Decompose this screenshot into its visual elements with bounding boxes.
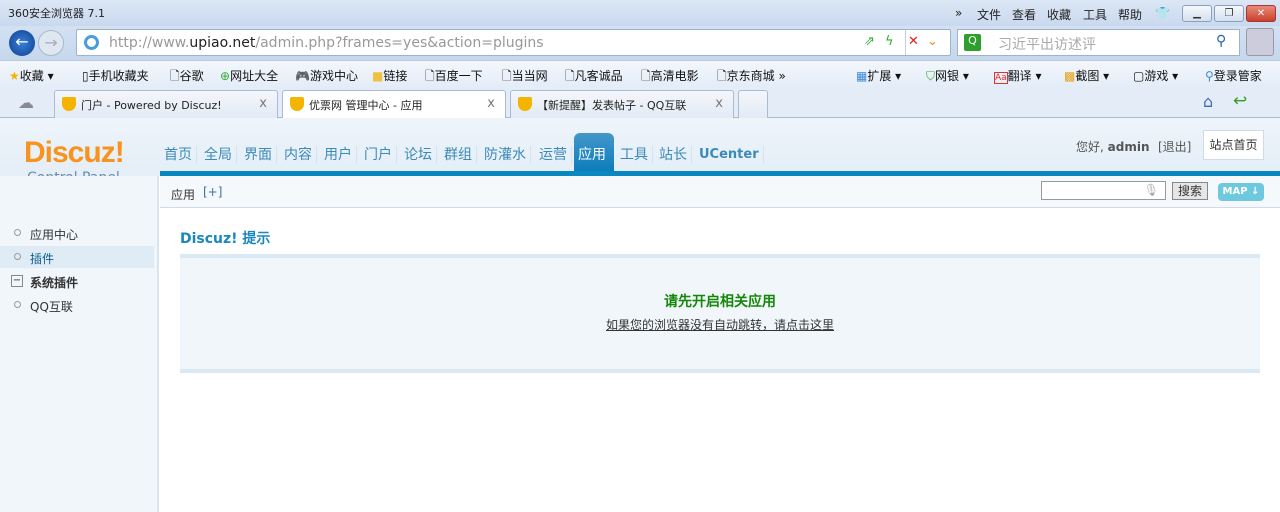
- tab-portal[interactable]: 门户 - Powered by Discuz! x: [54, 90, 278, 118]
- nav-tools[interactable]: 工具: [616, 146, 653, 164]
- url-text: http://www.upiao.net/admin.php?frames=ye…: [109, 35, 544, 51]
- tool-extensions[interactable]: ▦扩展 ▾: [856, 67, 901, 84]
- sidebar-item-app-center[interactable]: 应用中心: [0, 222, 154, 244]
- back-button[interactable]: ←: [9, 30, 35, 56]
- search-icon[interactable]: ⚲: [1216, 33, 1226, 49]
- search-input[interactable]: Q 习近平出访述评 ⚲: [957, 29, 1240, 56]
- discuz-logo: Discuz!: [24, 136, 125, 169]
- search-placeholder: 习近平出访述评: [998, 37, 1096, 53]
- page-title: Discuz! 提示: [180, 231, 271, 247]
- nav-interface[interactable]: 界面: [240, 146, 277, 164]
- dropdown-icon[interactable]: ⌄: [927, 34, 938, 49]
- sidebar-item-plugins[interactable]: 插件: [0, 246, 154, 268]
- tool-screenshot[interactable]: ▩截图 ▾: [1064, 67, 1109, 84]
- skin-icon[interactable]: 👕: [1155, 6, 1170, 20]
- avatar[interactable]: [1246, 28, 1274, 56]
- stop-icon[interactable]: ✕: [908, 34, 919, 49]
- tool-banking[interactable]: ⛉网银 ▾: [926, 67, 969, 84]
- add-shortcut-link[interactable]: [+]: [203, 185, 222, 199]
- notice-message: 请先开启相关应用: [664, 294, 776, 310]
- nav-home[interactable]: 首页: [160, 146, 197, 164]
- redirect-link[interactable]: 如果您的浏览器没有自动跳转，请点击这里: [180, 316, 1260, 333]
- new-tab-button[interactable]: [738, 90, 768, 118]
- close-tab-icon[interactable]: x: [487, 96, 495, 111]
- notice-box: 请先开启相关应用 如果您的浏览器没有自动跳转，请点击这里: [180, 254, 1260, 373]
- favicon-icon: [518, 97, 532, 111]
- logout-link[interactable]: [退出]: [1158, 138, 1191, 155]
- title-bar: 360安全浏览器 7.1 » 文件 查看 收藏 工具 帮助 👕 ▁ ❐ ✕: [0, 0, 1280, 26]
- tool-games[interactable]: ▢游戏 ▾: [1133, 67, 1178, 84]
- nav-forum[interactable]: 论坛: [400, 146, 437, 164]
- share-icon[interactable]: ⇗: [864, 34, 875, 49]
- collapse-icon: −: [11, 275, 23, 287]
- home-icon[interactable]: ⌂: [1203, 92, 1213, 111]
- nav-ucenter[interactable]: UCenter: [695, 146, 764, 164]
- sidebar-item-qq-connect[interactable]: QQ互联: [0, 294, 154, 316]
- menu-view[interactable]: 查看: [1012, 6, 1036, 23]
- bookmark-google[interactable]: 🗋谷歌: [170, 67, 204, 88]
- address-row: ← → http://www.upiao.net/admin.php?frame…: [0, 26, 1280, 60]
- menu-more[interactable]: »: [955, 6, 962, 20]
- bookmarks-bar: ★收藏 ▾ ▯手机收藏夹 🗋谷歌 ⊕网址大全 🎮游戏中心 ■链接 🗋百度一下 🗋…: [0, 60, 1280, 88]
- nav-apps[interactable]: 应用: [574, 133, 614, 172]
- map-button[interactable]: MAP ↓: [1218, 183, 1264, 201]
- menu-favorites[interactable]: 收藏: [1047, 6, 1071, 23]
- tool-login-manager[interactable]: ⚲登录管家: [1205, 67, 1262, 84]
- search-button[interactable]: 搜索: [1172, 182, 1208, 200]
- microphone-icon[interactable]: 🎙: [1144, 183, 1159, 197]
- close-tab-icon[interactable]: x: [259, 96, 267, 111]
- forward-button[interactable]: →: [38, 30, 64, 56]
- bookmark-vancl[interactable]: 🗋凡客诚品: [565, 67, 623, 88]
- menu-tools[interactable]: 工具: [1083, 6, 1107, 23]
- nav-operations[interactable]: 运营: [535, 146, 572, 164]
- close-button[interactable]: ✕: [1246, 5, 1276, 22]
- window-title: 360安全浏览器 7.1: [8, 7, 105, 20]
- favicon-icon: [290, 97, 304, 111]
- nav-users[interactable]: 用户: [320, 146, 357, 164]
- nav-content[interactable]: 内容: [280, 146, 317, 164]
- search-engine-icon[interactable]: Q: [964, 34, 981, 51]
- undo-icon[interactable]: ↩: [1233, 91, 1247, 111]
- sub-nav: 应用 [+] 🎙 搜索 MAP ↓: [160, 176, 1280, 208]
- favicon-icon: [62, 97, 76, 111]
- nav-portal[interactable]: 门户: [360, 146, 397, 164]
- bookmark-jd[interactable]: 🗋京东商城 »: [717, 67, 786, 88]
- bookmark-baidu[interactable]: 🗋百度一下: [425, 67, 483, 88]
- bookmark-dangdang[interactable]: 🗋当当网: [502, 67, 548, 88]
- tab-post[interactable]: 【新提醒】发表帖子 - QQ互联 x: [510, 90, 734, 118]
- bookmark-favorites[interactable]: ★收藏 ▾: [9, 67, 54, 84]
- nav-groups[interactable]: 群组: [440, 146, 477, 164]
- site-home-button[interactable]: 站点首页: [1203, 130, 1264, 160]
- breadcrumb: 应用: [171, 188, 196, 202]
- close-tab-icon[interactable]: x: [715, 96, 723, 111]
- lightning-icon[interactable]: ϟ: [885, 34, 894, 49]
- menu-file[interactable]: 文件: [977, 6, 1001, 23]
- bookmark-links[interactable]: ■链接: [372, 67, 407, 84]
- cloud-icon[interactable]: ☁: [18, 93, 34, 112]
- url-input[interactable]: http://www.upiao.net/admin.php?frames=ye…: [76, 29, 951, 56]
- bookmark-movies[interactable]: 🗋高清电影: [641, 67, 699, 88]
- nav-global[interactable]: 全局: [200, 146, 237, 164]
- nav-webmaster[interactable]: 站长: [655, 146, 692, 164]
- bookmark-games[interactable]: 🎮游戏中心: [295, 67, 358, 84]
- site-icon: [84, 35, 99, 50]
- sidebar: 应用中心 插件 − 系统插件 QQ互联: [0, 176, 159, 512]
- tab-admin[interactable]: 优票网 管理中心 - 应用 x: [282, 90, 506, 119]
- menu-help[interactable]: 帮助: [1118, 6, 1142, 23]
- nav-antispam[interactable]: 防灌水: [480, 146, 531, 164]
- minimize-button[interactable]: ▁: [1182, 5, 1212, 22]
- bookmark-mobile[interactable]: ▯手机收藏夹: [82, 67, 149, 84]
- bookmark-sites[interactable]: ⊕网址大全: [220, 67, 278, 84]
- sidebar-group-system-plugins[interactable]: − 系统插件: [0, 270, 154, 292]
- restore-button[interactable]: ❐: [1214, 5, 1244, 22]
- tab-bar: ☁ 门户 - Powered by Discuz! x 优票网 管理中心 - 应用…: [0, 88, 1280, 119]
- user-greeting: 您好, admin: [1076, 140, 1150, 154]
- admin-search-input[interactable]: 🎙: [1041, 181, 1166, 200]
- tool-translate[interactable]: Aa翻译 ▾: [994, 67, 1042, 84]
- admin-header: Discuz! Control Panel 首页 全局 界面 内容 用户 门户 …: [0, 118, 1280, 186]
